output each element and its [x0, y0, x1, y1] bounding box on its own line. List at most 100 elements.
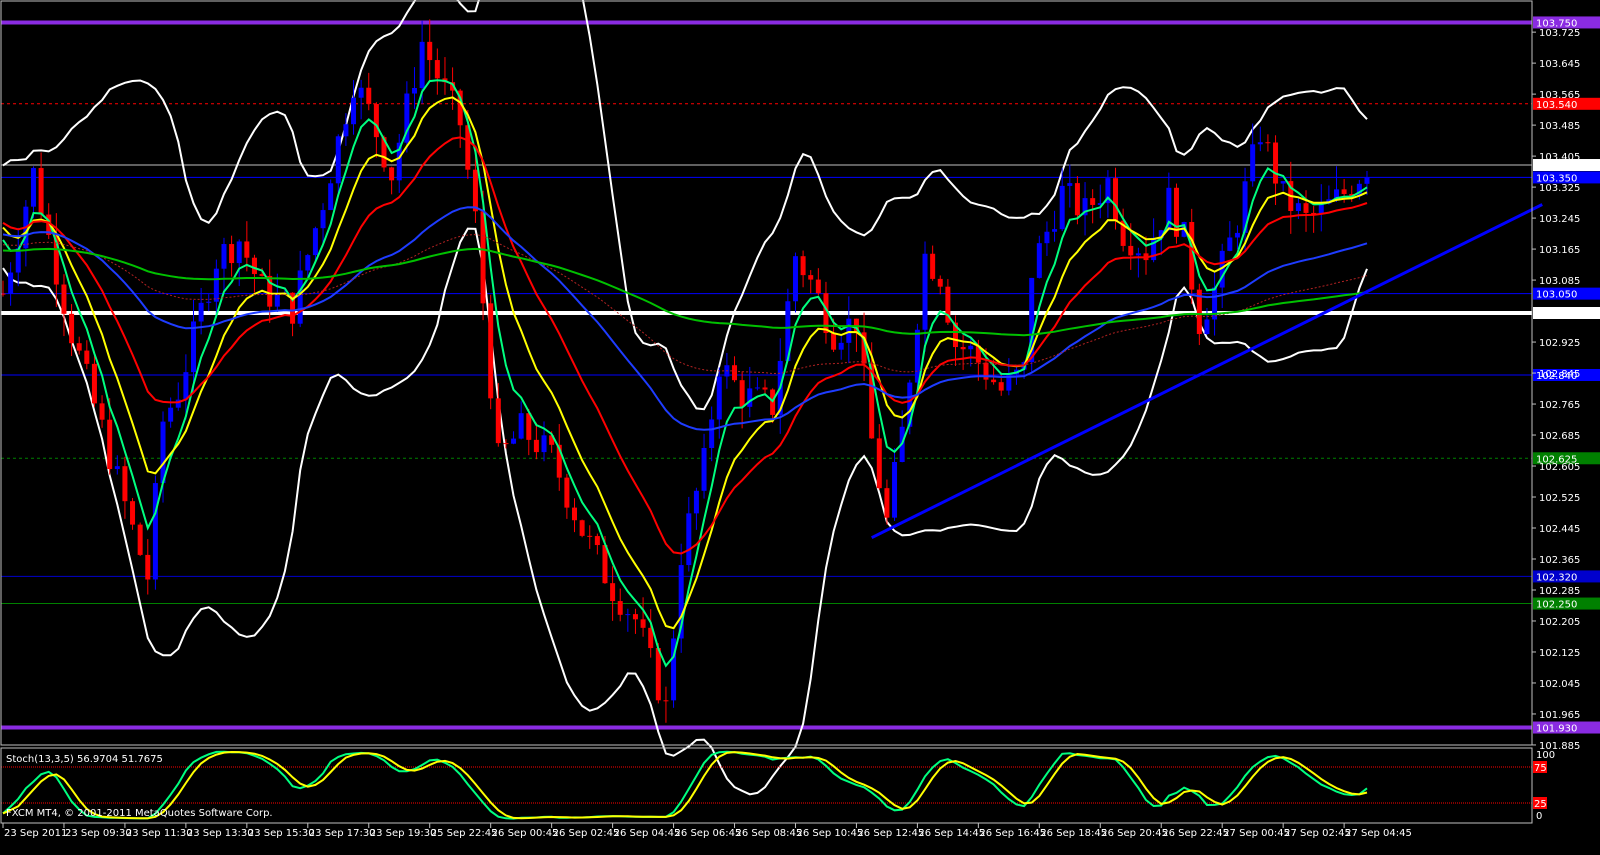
candle-body	[1128, 245, 1134, 256]
time-tick-label: 26 Sep 20:45	[1101, 828, 1168, 839]
candle-body	[892, 461, 898, 518]
candle-body	[213, 268, 219, 302]
candle-body	[701, 447, 707, 491]
candle-body	[640, 619, 646, 628]
candle-body	[876, 438, 882, 489]
candle-body	[373, 103, 379, 138]
candle-body	[61, 284, 67, 314]
price-tick-label: 102.845	[1539, 369, 1580, 380]
stoch-level-tag-75: 75	[1534, 763, 1547, 774]
time-tick-label: 23 Sep 15:30	[248, 828, 315, 839]
candle-body	[1257, 142, 1263, 145]
candle-body	[419, 41, 425, 88]
candle-body	[343, 124, 349, 137]
price-tick-label: 102.525	[1539, 493, 1580, 504]
candle-body	[351, 97, 357, 125]
level-tag-103.000: 103.000	[1536, 309, 1577, 320]
candle-body	[663, 700, 669, 702]
time-tick-label: 23 Sep 11:30	[126, 828, 193, 839]
candle-body	[800, 256, 806, 276]
candle-body	[831, 333, 837, 350]
price-tick-label: 102.365	[1539, 555, 1580, 566]
candle-body	[846, 318, 852, 343]
candle-body	[1303, 203, 1309, 213]
candle-body	[747, 388, 753, 407]
candle-body	[1135, 253, 1141, 256]
candle-body	[1273, 142, 1279, 184]
stoch-label: Stoch(13,3,5) 56.9704 51.7675	[6, 754, 163, 765]
level-tag-103.050: 103.050	[1536, 290, 1577, 301]
price-tick-label: 101.885	[1539, 741, 1580, 752]
candle-body	[91, 363, 97, 404]
candle-body	[8, 272, 14, 294]
time-tick-label: 26 Sep 14:45	[918, 828, 985, 839]
candle-body	[991, 379, 997, 383]
candle-body	[30, 168, 36, 207]
candle-body	[1059, 185, 1065, 230]
candle-body	[236, 241, 242, 264]
candle-body	[1364, 177, 1370, 184]
price-tick-label: 102.285	[1539, 586, 1580, 597]
candle-body	[754, 387, 760, 389]
time-tick-label: 27 Sep 02:45	[1284, 828, 1351, 839]
price-tick-label: 103.645	[1539, 59, 1580, 70]
candle-body	[137, 524, 143, 555]
candle-body	[130, 501, 136, 525]
candle-body	[69, 313, 75, 344]
candle-body	[472, 169, 478, 212]
time-tick-label: 26 Sep 00:45	[492, 828, 559, 839]
stoch-level-tag-25: 25	[1534, 799, 1547, 810]
time-tick-label: 25 Sep 22:45	[431, 828, 498, 839]
time-tick-label: 23 Sep 19:30	[370, 828, 437, 839]
candle-body	[533, 439, 539, 453]
candle-body	[244, 241, 250, 258]
candle-body	[434, 60, 440, 79]
candle-body	[206, 301, 212, 303]
candle-body	[617, 601, 623, 615]
level-tag-103.540: 103.540	[1536, 100, 1577, 111]
price-tick-label: 102.605	[1539, 462, 1580, 473]
candle-body	[358, 87, 364, 98]
candle-body	[76, 343, 82, 351]
candle-body	[968, 345, 974, 350]
price-tick-label: 101.965	[1539, 710, 1580, 721]
candle-body	[389, 167, 395, 181]
price-tick-label: 102.045	[1539, 679, 1580, 690]
candle-body	[427, 41, 433, 61]
candle-body	[610, 583, 616, 602]
candle-body	[914, 329, 920, 383]
candle-body	[922, 253, 928, 330]
candle-body	[1113, 178, 1119, 221]
candle-body	[587, 535, 593, 537]
candle-body	[1280, 181, 1286, 184]
time-tick-label: 26 Sep 08:45	[736, 828, 803, 839]
price-tick-label: 103.245	[1539, 214, 1580, 225]
candle-body	[1250, 144, 1256, 182]
candle-body	[625, 614, 631, 616]
time-tick-label: 26 Sep 06:45	[675, 828, 742, 839]
candle-body	[1234, 232, 1240, 238]
time-tick-label: 27 Sep 04:45	[1345, 828, 1412, 839]
candle-body	[38, 168, 44, 215]
candle-body	[1227, 237, 1233, 251]
candle-body	[572, 507, 577, 521]
candle-body	[183, 372, 189, 400]
candle-body	[808, 275, 814, 280]
time-tick-label: 23 Sep 2011	[4, 828, 67, 839]
time-tick-label: 23 Sep 13:30	[187, 828, 254, 839]
candle-body	[274, 293, 280, 307]
candle-body	[579, 520, 585, 536]
candle-body	[937, 278, 943, 287]
price-tick-label: 102.765	[1539, 400, 1580, 411]
candle-body	[495, 398, 501, 444]
candle-body	[99, 403, 105, 420]
level-tag-101.930: 101.930	[1536, 724, 1577, 735]
time-tick-label: 26 Sep 16:45	[979, 828, 1046, 839]
mt4-chart[interactable]: 75251000 103.750103.540103.382103.350103…	[0, 0, 1600, 855]
time-tick-label: 26 Sep 18:45	[1040, 828, 1107, 839]
candle-body	[503, 443, 509, 445]
candle-body	[762, 387, 768, 390]
candle-body	[686, 513, 692, 566]
candle-body	[632, 614, 638, 620]
candle-body	[320, 210, 326, 229]
